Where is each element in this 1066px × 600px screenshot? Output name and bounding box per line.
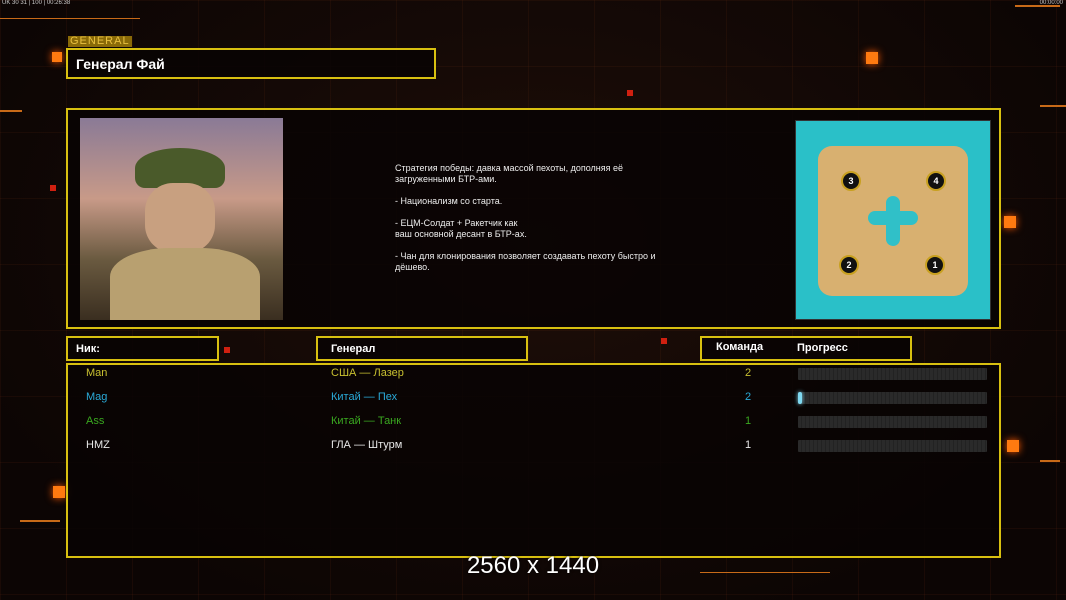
player-general: США — Лазер [331,367,404,379]
player-progress-bar [798,392,987,404]
player-team: 1 [745,439,752,451]
column-label: Генерал [331,343,376,355]
general-label: GENERAL [68,35,132,47]
start-position-3: 3 [841,171,861,191]
player-progress-bar [798,416,987,428]
player-general: Китай — Пех [331,391,398,403]
general-portrait [80,118,283,320]
deco-square [53,486,65,498]
player-nick: Mag [86,391,108,403]
column-label: Ник: [76,343,100,355]
deco-square [1007,440,1019,452]
deco-line [0,110,22,112]
player-progress-bar [798,368,987,380]
page-title: Генерал Фай [76,56,165,72]
deco-square [52,52,62,62]
player-team: 1 [745,415,752,427]
deco-line [1040,460,1060,462]
deco-square [661,338,667,344]
deco-square [50,185,56,191]
player-nick: Man [86,367,108,379]
column-label-progress: Прогресс [797,342,848,354]
title-box: Генерал Фай [66,48,436,79]
deco-square [224,347,230,353]
player-general: ГЛА — Штурм [331,439,403,451]
status-right: 00:00:00 [1039,0,1063,6]
strategy-description: Стратегия победы: давка массой пехоты, д… [395,163,656,272]
progress-fill [798,392,802,404]
column-label-team: Команда [716,341,764,353]
player-nick: Ass [86,415,105,427]
start-position-1: 1 [925,255,945,275]
deco-square [866,52,878,64]
player-progress-bar [798,440,987,452]
deco-line [1040,105,1066,107]
map-preview: 3 4 2 1 [795,120,991,320]
deco-square [1004,216,1016,228]
deco-line [20,520,60,522]
status-left: UK 30 31 | 100 | 00:26:38 [2,0,71,6]
player-team: 2 [745,391,752,403]
player-team: 2 [745,367,752,379]
resolution-watermark: 2560 x 1440 [466,552,600,579]
player-nick: HMZ [86,439,110,451]
start-position-2: 2 [839,255,859,275]
column-header-nick: Ник: [66,336,219,361]
deco-line [0,18,140,19]
start-position-4: 4 [926,171,946,191]
column-header-general: Генерал [316,336,528,361]
column-header-team-progress: Команда Прогресс [700,336,912,361]
deco-square [627,90,633,96]
player-general: Китай — Танк [331,415,402,427]
